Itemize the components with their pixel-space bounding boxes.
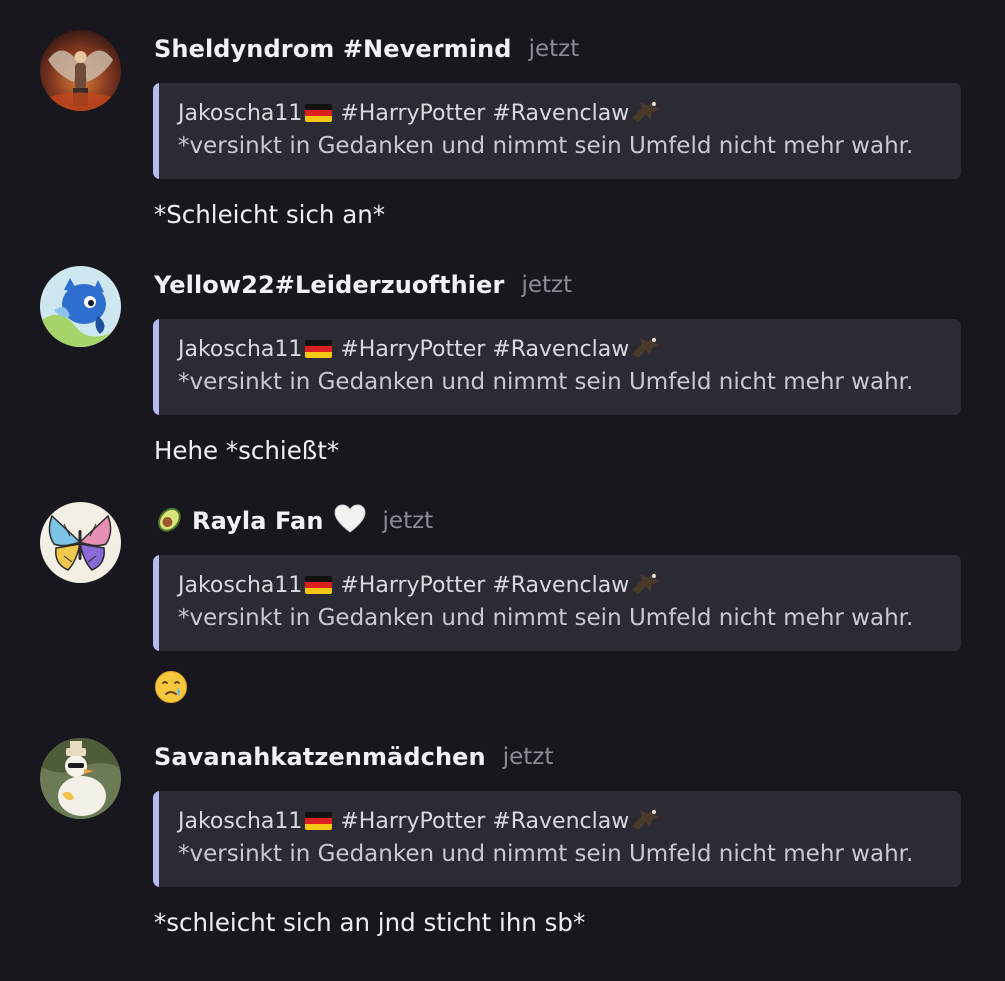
quote-bar bbox=[153, 791, 159, 887]
timestamp: jetzt bbox=[382, 508, 434, 534]
username[interactable]: Yellow22#Leiderzuofthier bbox=[154, 271, 504, 299]
avocado-icon bbox=[154, 503, 186, 539]
timestamp: jetzt bbox=[528, 36, 580, 62]
avatar[interactable] bbox=[40, 502, 121, 583]
message-header: Yellow22#Leiderzuofthier jetzt bbox=[154, 268, 572, 302]
quoted-message[interactable]: Jakoscha11 #HarryPotter #Ravenclaw *vers… bbox=[153, 83, 961, 179]
message-body: *Schleicht sich an* bbox=[154, 200, 386, 229]
message-body: *schleicht sich an jnd sticht ihn sb* bbox=[154, 908, 586, 937]
message-header: Sheldyndrom #Nevermind jetzt bbox=[154, 32, 579, 66]
avatar[interactable] bbox=[40, 266, 121, 347]
quote-author-tags: #HarryPotter #Ravenclaw bbox=[340, 336, 630, 362]
quote-bar bbox=[153, 319, 159, 415]
quoted-message[interactable]: Jakoscha11 #HarryPotter #Ravenclaw *vers… bbox=[153, 555, 961, 651]
quote-author-name: Jakoscha11 bbox=[178, 572, 303, 598]
quoted-message[interactable]: Jakoscha11 #HarryPotter #Ravenclaw *vers… bbox=[153, 791, 961, 887]
quote-author: Jakoscha11 #HarryPotter #Ravenclaw bbox=[178, 568, 662, 602]
eagle-icon bbox=[630, 332, 662, 366]
message-header: Savanahkatzenmädchen jetzt bbox=[154, 740, 553, 774]
quote-author-tags: #HarryPotter #Ravenclaw bbox=[340, 808, 630, 834]
quote-author-tags: #HarryPotter #Ravenclaw bbox=[340, 100, 630, 126]
timestamp: jetzt bbox=[521, 272, 573, 298]
quoted-message[interactable]: Jakoscha11 #HarryPotter #Ravenclaw *vers… bbox=[153, 319, 961, 415]
quote-author: Jakoscha11 #HarryPotter #Ravenclaw bbox=[178, 332, 662, 366]
german-flag-icon bbox=[305, 812, 333, 830]
quote-author: Jakoscha11 #HarryPotter #Ravenclaw bbox=[178, 96, 662, 130]
eagle-icon bbox=[630, 96, 662, 130]
german-flag-icon bbox=[305, 576, 333, 594]
avatar[interactable] bbox=[40, 30, 121, 111]
quote-text: *versinkt in Gedanken und nimmt sein Umf… bbox=[178, 133, 914, 159]
quote-author-name: Jakoscha11 bbox=[178, 100, 303, 126]
white-heart-icon bbox=[334, 504, 366, 538]
username[interactable]: Rayla Fan bbox=[192, 507, 324, 535]
crying-face-icon bbox=[154, 670, 188, 710]
quote-text: *versinkt in Gedanken und nimmt sein Umf… bbox=[178, 605, 914, 631]
username[interactable]: Savanahkatzenmädchen bbox=[154, 743, 486, 771]
avatar[interactable] bbox=[40, 738, 121, 819]
german-flag-icon bbox=[305, 104, 333, 122]
quote-author-name: Jakoscha11 bbox=[178, 336, 303, 362]
quote-text: *versinkt in Gedanken und nimmt sein Umf… bbox=[178, 841, 914, 867]
message-body: Hehe *schießt* bbox=[154, 436, 340, 465]
username[interactable]: Sheldyndrom #Nevermind bbox=[154, 35, 512, 63]
quote-text: *versinkt in Gedanken und nimmt sein Umf… bbox=[178, 369, 914, 395]
quote-bar bbox=[153, 555, 159, 651]
german-flag-icon bbox=[305, 340, 333, 358]
eagle-icon bbox=[630, 804, 662, 838]
quote-bar bbox=[153, 83, 159, 179]
timestamp: jetzt bbox=[502, 744, 554, 770]
eagle-icon bbox=[630, 568, 662, 602]
message-header: Rayla Fan jetzt bbox=[154, 504, 433, 538]
quote-author-name: Jakoscha11 bbox=[178, 808, 303, 834]
message-body bbox=[154, 670, 188, 710]
quote-author: Jakoscha11 #HarryPotter #Ravenclaw bbox=[178, 804, 662, 838]
quote-author-tags: #HarryPotter #Ravenclaw bbox=[340, 572, 630, 598]
